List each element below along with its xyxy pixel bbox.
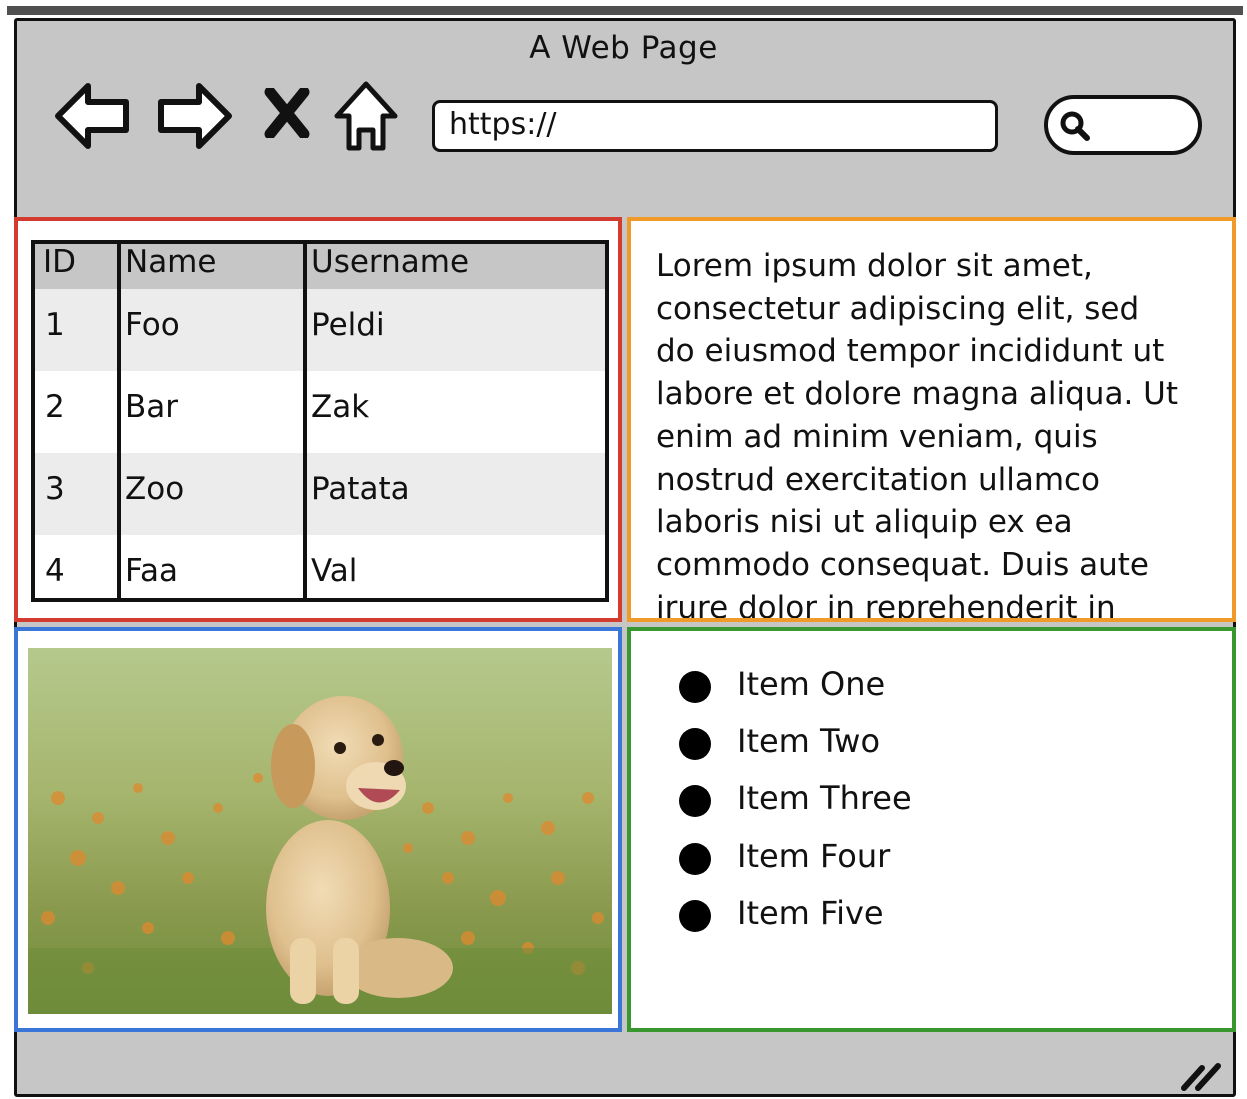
list-item-label: Item Two — [737, 722, 881, 760]
column-divider — [303, 244, 307, 598]
column-header-id[interactable]: ID — [43, 244, 76, 280]
list-item-label: Item Four — [737, 837, 891, 875]
x-icon[interactable] — [264, 88, 310, 138]
paragraph-line: commodo consequat. Duis aute — [656, 546, 1149, 583]
image-panel — [14, 627, 622, 1032]
cell-name: Foo — [125, 307, 180, 343]
text-panel: Lorem ipsum dolor sit amet, consectetur … — [627, 217, 1236, 622]
cell-username: Peldi — [311, 307, 385, 343]
bullet-icon — [679, 785, 711, 817]
cell-username: Val — [311, 553, 358, 589]
paragraph-line: irure dolor in reprehenderit in — [656, 589, 1116, 622]
window-title: A Web Page — [529, 30, 718, 66]
cell-name: Bar — [125, 389, 179, 425]
cell-username: Zak — [311, 389, 370, 425]
search-icon[interactable] — [1060, 111, 1090, 141]
list-item-label: Item Five — [737, 894, 884, 932]
url-text: https:// — [449, 107, 557, 142]
bullet-icon — [679, 671, 711, 703]
cell-name: Zoo — [125, 471, 185, 507]
lorem-paragraph: Lorem ipsum dolor sit amet, consectetur … — [656, 245, 1216, 622]
paragraph-line: consectetur adipiscing elit, sed — [656, 290, 1140, 327]
column-header-name[interactable]: Name — [125, 244, 216, 280]
table-panel: ID Name Username 1 Foo Peldi 2 Bar Zak 3… — [14, 217, 622, 622]
paragraph-line: nostrud exercitation ullamco — [656, 461, 1101, 498]
cell-id: 1 — [45, 307, 65, 343]
resize-handle-icon[interactable] — [1178, 1058, 1224, 1092]
bullet-icon — [679, 900, 711, 932]
cell-id: 4 — [45, 553, 65, 589]
paragraph-line: enim ad minim veniam, quis — [656, 418, 1098, 455]
list-item-label: Item One — [737, 665, 886, 703]
cell-name: Faa — [125, 553, 178, 589]
paragraph-line: Lorem ipsum dolor sit amet, — [656, 248, 1093, 284]
column-header-username[interactable]: Username — [311, 244, 469, 280]
paragraph-line: laboris nisi ut aliquip ex ea — [656, 504, 1073, 541]
column-divider — [117, 244, 121, 598]
arrow-left-icon[interactable] — [52, 80, 132, 152]
paragraph-line: labore et dolore magna aliqua. Ut — [656, 376, 1179, 413]
cell-id: 2 — [45, 389, 65, 425]
list-panel: Item One Item Two Item Three Item Four I… — [627, 627, 1236, 1032]
search-field[interactable] — [1044, 95, 1202, 155]
arrow-right-icon[interactable] — [155, 80, 235, 152]
puppy-photo — [28, 648, 612, 1014]
home-icon[interactable] — [333, 80, 399, 154]
top-strip — [7, 6, 1243, 15]
address-bar[interactable]: https:// — [432, 100, 998, 152]
bullet-icon — [679, 843, 711, 875]
list-item-label: Item Three — [737, 779, 912, 817]
cell-id: 3 — [45, 471, 65, 507]
paragraph-line: do eiusmod tempor incididunt ut — [656, 333, 1165, 370]
bullet-icon — [679, 728, 711, 760]
cell-username: Patata — [311, 471, 410, 507]
data-table: ID Name Username 1 Foo Peldi 2 Bar Zak 3… — [31, 240, 609, 602]
